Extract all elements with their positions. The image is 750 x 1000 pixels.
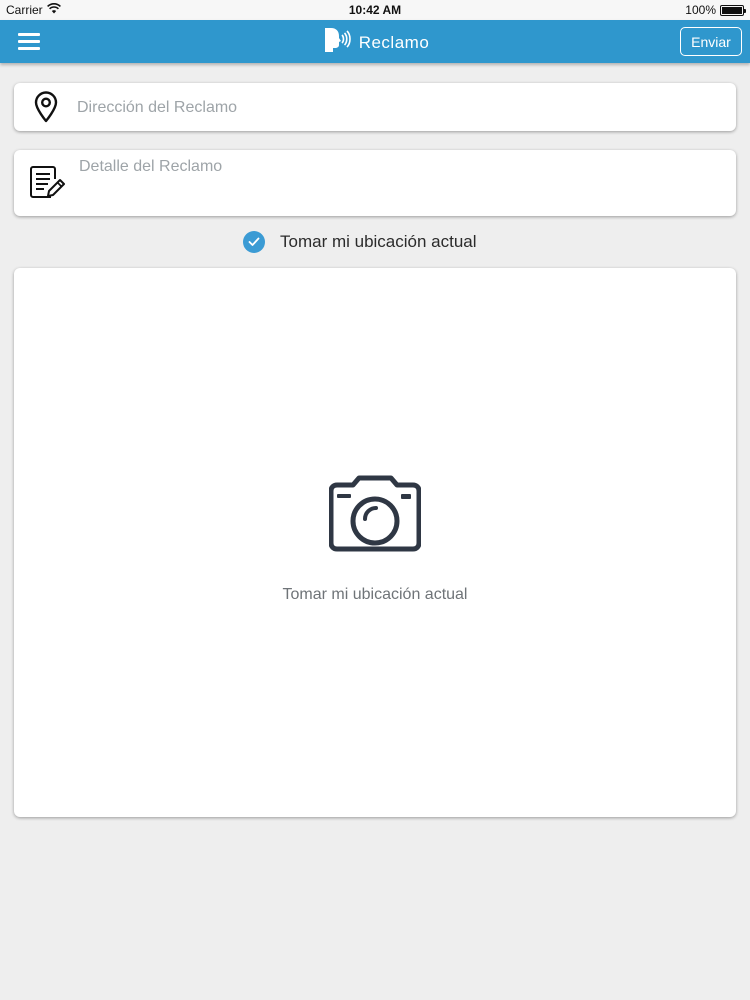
battery-percent: 100% (685, 3, 716, 17)
photo-capture-area[interactable]: Tomar mi ubicación actual (14, 268, 736, 817)
status-bar: Carrier 10:42 AM 100% (0, 0, 750, 20)
photo-capture-label: Tomar mi ubicación actual (282, 586, 468, 603)
checkmark-circle-icon[interactable] (243, 231, 265, 253)
battery-icon (720, 4, 746, 16)
detail-input[interactable] (79, 158, 719, 206)
address-input[interactable] (77, 96, 717, 120)
status-right: 100% (685, 3, 746, 17)
speaking-head-icon (321, 26, 351, 59)
location-pin-icon (32, 90, 60, 129)
detail-field-card (14, 150, 736, 216)
nav-title-group: Reclamo (0, 26, 750, 59)
document-edit-icon (29, 165, 65, 206)
use-current-location-checkbox[interactable]: Tomar mi ubicación actual (243, 231, 477, 253)
use-current-location-label: Tomar mi ubicación actual (280, 232, 477, 251)
address-field-card (14, 83, 736, 131)
camera-icon[interactable] (328, 475, 422, 562)
status-time: 10:42 AM (348, 3, 402, 17)
navigation-bar: Reclamo Enviar (0, 20, 750, 63)
send-button[interactable]: Enviar (680, 27, 742, 56)
page-title: Reclamo (358, 32, 430, 52)
